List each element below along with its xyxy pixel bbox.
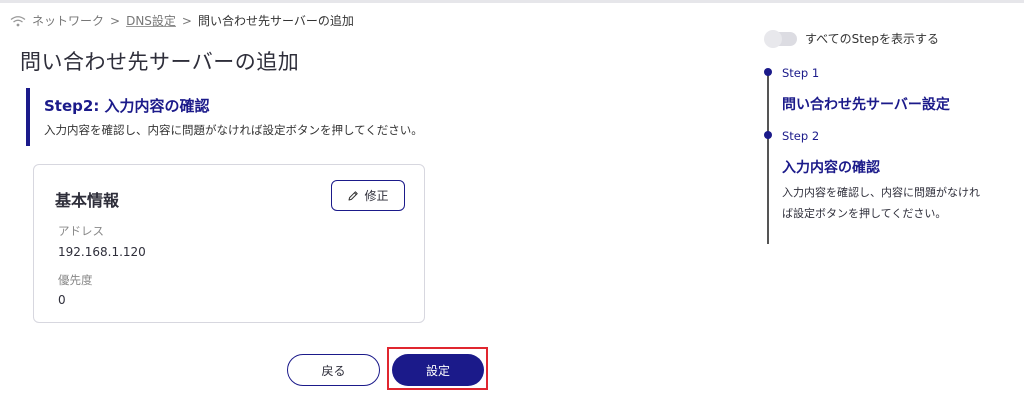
edit-button-label: 修正 [364,189,389,203]
breadcrumb-current: 問い合わせ先サーバーの追加 [197,14,354,28]
step-2-name: 入力内容の確認 [782,160,880,176]
step-2-note: 入力内容を確認し、内容に問題がなければ設定ボタンを押してください。 [782,186,980,220]
step-1-dot [764,68,772,76]
wifi-icon [10,15,26,26]
back-button[interactable]: 戻る [287,354,380,386]
card-title: 基本情報 [55,191,120,210]
breadcrumb-network[interactable]: ネットワーク [32,12,104,29]
show-all-steps-toggle-row: すべてのStepを表示する [764,29,940,48]
page-title: 問い合わせ先サーバーの追加 [20,50,300,74]
address-label: アドレス [58,224,104,238]
breadcrumb-separator: > [181,13,192,28]
priority-label: 優先度 [58,273,93,287]
set-button[interactable]: 設定 [392,354,484,386]
breadcrumb-separator: > [110,13,121,28]
step-1-number: Step 1 [782,66,820,80]
step-title: Step2: 入力内容の確認 [44,97,210,115]
show-all-steps-toggle[interactable] [764,29,797,48]
toggle-label: すべてのStepを表示する [805,32,940,46]
breadcrumb: ネットワーク > DNS設定 > 問い合わせ先サーバーの追加 [10,12,354,29]
step-2-number: Step 2 [782,129,820,143]
address-value: 192.168.1.120 [58,245,146,259]
top-divider [0,0,1024,3]
basic-info-card: 基本情報 修正 アドレス 192.168.1.120 優先度 0 [33,164,425,323]
priority-value: 0 [58,293,66,307]
step-2-dot [764,131,772,139]
step-1-name: 問い合わせ先サーバー設定 [782,97,950,113]
edit-button[interactable]: 修正 [331,180,405,211]
stepper-timeline [767,72,769,244]
pencil-icon [348,190,359,200]
step-header: Step2: 入力内容の確認 入力内容を確認し、内容に問題がなければ設定ボタンを… [26,88,423,146]
step-description: 入力内容を確認し、内容に問題がなければ設定ボタンを押してください。 [44,123,423,137]
breadcrumb-dns-settings[interactable]: DNS設定 [126,12,176,29]
